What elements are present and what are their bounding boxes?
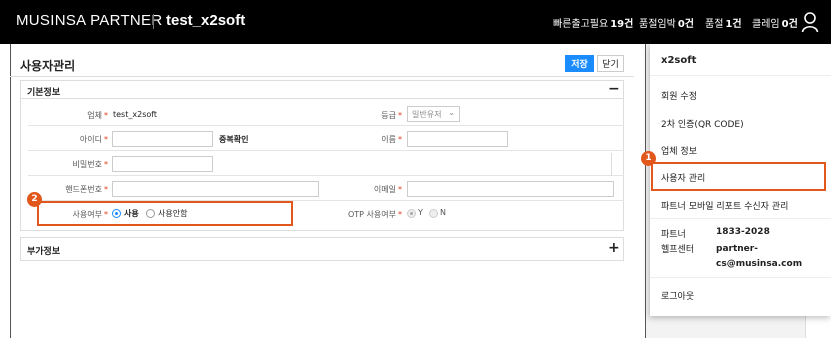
menu-item-mobile-report[interactable]: 파트너 모바일 리포트 수신자 관리 bbox=[661, 199, 788, 212]
brand-divider bbox=[153, 14, 154, 29]
highlight-use-status bbox=[37, 201, 293, 226]
highlight-user-management bbox=[651, 162, 826, 191]
stat-claims[interactable]: 클레임 0건 bbox=[752, 15, 798, 30]
help-email-part-1[interactable]: partner- bbox=[716, 244, 758, 254]
column-divider bbox=[611, 153, 612, 176]
email-label: 이메일 * bbox=[373, 185, 402, 194]
id-input[interactable] bbox=[112, 131, 213, 147]
otp-label: OTP 사용여부 * bbox=[348, 210, 402, 219]
help-label-center: 헬프센터 bbox=[661, 245, 695, 255]
company-label: 업체 * bbox=[87, 111, 108, 120]
help-label-partner: 파트너 bbox=[661, 230, 686, 240]
id-label: 아이디 * bbox=[79, 135, 108, 144]
section-divider bbox=[20, 98, 624, 99]
menu-item-2fa[interactable]: 2차 인증(QR CODE) bbox=[661, 117, 744, 130]
grade-select[interactable]: 일반유저 ⌄ bbox=[407, 106, 460, 122]
menu-divider bbox=[650, 277, 831, 278]
help-email-part-2[interactable]: cs@musinsa.com bbox=[716, 259, 802, 269]
page-header bbox=[10, 49, 634, 77]
password-input[interactable] bbox=[112, 156, 213, 172]
menu-divider bbox=[650, 218, 831, 219]
company-value: test_x2soft bbox=[113, 110, 158, 119]
otp-no-radio[interactable] bbox=[429, 209, 438, 218]
account-name: test_x2soft bbox=[166, 12, 246, 29]
brand-logo[interactable]: MUSINSA PARTNER bbox=[16, 12, 162, 29]
menu-user-name: x2soft bbox=[661, 55, 697, 66]
step-1-badge: 1 bbox=[641, 151, 656, 166]
user-icon[interactable] bbox=[801, 11, 819, 33]
page-title: 사용자관리 bbox=[20, 59, 76, 73]
name-label: 이름 * bbox=[381, 135, 402, 144]
otp-yes-label: Y bbox=[418, 208, 423, 217]
collapse-icon[interactable]: − bbox=[608, 82, 620, 96]
stat-fast-shipping[interactable]: 빠른출고필요 19건 bbox=[553, 15, 633, 30]
name-input[interactable] bbox=[407, 131, 508, 147]
menu-item-logout[interactable]: 로그아웃 bbox=[661, 289, 694, 302]
menu-divider bbox=[650, 75, 831, 76]
grade-label: 등급 * bbox=[381, 111, 402, 120]
duplicate-check-button[interactable]: 중복확인 bbox=[219, 134, 248, 145]
email-input[interactable] bbox=[407, 181, 614, 197]
extra-info-section bbox=[20, 237, 624, 261]
help-phone[interactable]: 1833-2028 bbox=[716, 227, 770, 237]
stat-low-stock[interactable]: 품절임박 0건 bbox=[639, 15, 694, 30]
otp-yes-radio[interactable] bbox=[407, 209, 416, 218]
phone-label: 핸드폰번호 * bbox=[65, 185, 108, 194]
basic-info-title: 기본정보 bbox=[27, 88, 61, 98]
otp-no-label: N bbox=[440, 208, 446, 217]
menu-item-edit-member[interactable]: 회원 수정 bbox=[661, 89, 697, 102]
save-button[interactable]: 저장 bbox=[565, 55, 594, 72]
password-label: 비밀번호 * bbox=[72, 160, 108, 169]
menu-item-company-info[interactable]: 업체 정보 bbox=[661, 144, 697, 157]
expand-icon[interactable]: + bbox=[608, 241, 620, 255]
close-button[interactable]: 닫기 bbox=[597, 55, 624, 72]
stat-sold-out[interactable]: 품절 1건 bbox=[705, 15, 742, 30]
step-2-badge: 2 bbox=[27, 192, 42, 207]
phone-input[interactable] bbox=[112, 181, 319, 197]
extra-info-title: 부가정보 bbox=[27, 247, 61, 257]
chevron-down-icon: ⌄ bbox=[448, 108, 455, 117]
top-bar: MUSINSA PARTNER test_x2soft 빠른출고필요 19건 품절… bbox=[0, 0, 831, 44]
